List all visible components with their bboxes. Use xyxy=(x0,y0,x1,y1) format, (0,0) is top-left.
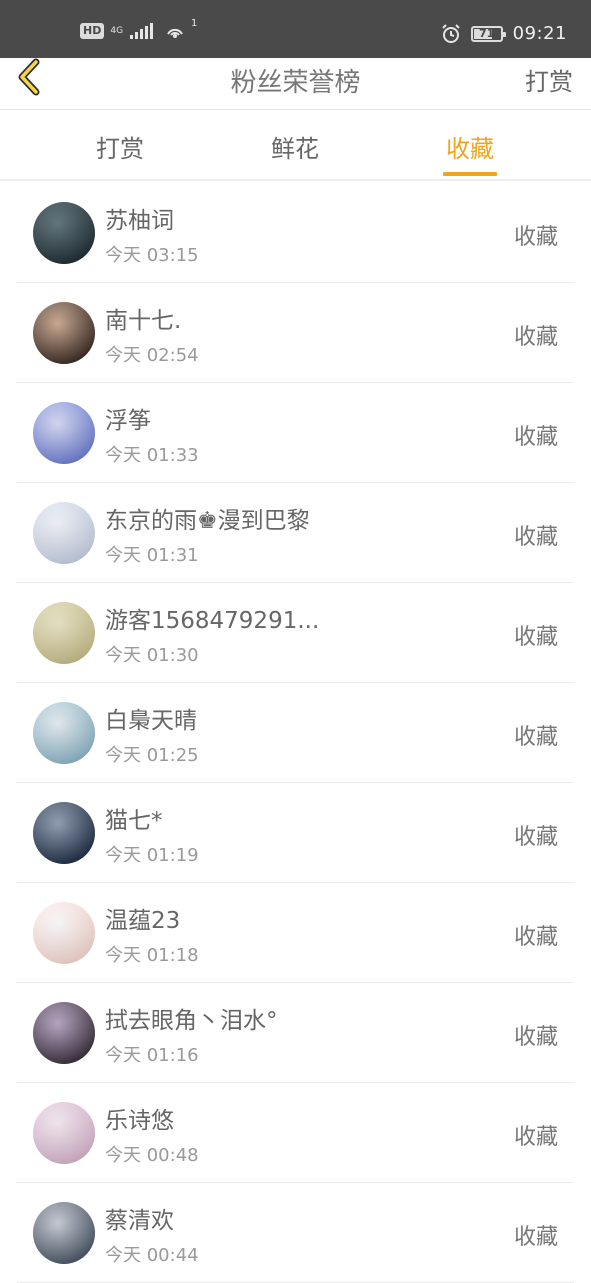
user-name: 温蕴23 xyxy=(105,908,181,934)
battery-icon: 71 xyxy=(470,25,506,42)
action-label: 收藏 xyxy=(513,525,558,550)
tab-bar: 打赏 鲜花 收藏 xyxy=(0,111,591,181)
user-name: 游客1568479291... xyxy=(105,608,320,634)
list-item[interactable]: 东京的雨♚漫到巴黎今天 01:31 收藏 xyxy=(17,483,574,583)
timestamp: 今天 02:54 xyxy=(105,345,199,366)
status-left: HD 4G 1 xyxy=(80,18,197,40)
action-label: 收藏 xyxy=(513,325,558,350)
action-label: 收藏 xyxy=(513,625,558,650)
battery-level: 71 xyxy=(478,26,495,40)
tab-label: 鲜花 xyxy=(271,134,319,163)
user-name: 蔡清欢 xyxy=(105,1208,174,1234)
user-name: 苏柚词 xyxy=(105,208,174,234)
action-label: 收藏 xyxy=(513,225,558,250)
timestamp: 今天 00:44 xyxy=(105,1245,199,1266)
timestamp: 今天 01:25 xyxy=(105,745,199,766)
tab-active-indicator xyxy=(443,172,497,176)
timestamp: 今天 01:31 xyxy=(105,545,199,566)
avatar[interactable] xyxy=(33,502,95,564)
user-name: 浮筝 xyxy=(105,408,151,434)
user-name: 南十七. xyxy=(105,308,182,334)
timestamp: 今天 01:30 xyxy=(105,645,199,666)
avatar[interactable] xyxy=(33,1002,95,1064)
status-bar: HD 4G 1 71 09:21 xyxy=(0,0,591,58)
action-label: 收藏 xyxy=(513,425,558,450)
timestamp: 今天 00:48 xyxy=(105,1145,199,1166)
hotspot-icon xyxy=(167,28,183,38)
list-item[interactable]: 白梟天晴今天 01:25 收藏 xyxy=(17,683,574,783)
avatar[interactable] xyxy=(33,602,95,664)
hotspot-count: 1 xyxy=(191,17,198,29)
status-right: 71 09:21 xyxy=(441,23,567,44)
timestamp: 今天 01:19 xyxy=(105,845,199,866)
avatar[interactable] xyxy=(33,1102,95,1164)
tab-label: 打赏 xyxy=(96,134,144,163)
action-label: 收藏 xyxy=(513,925,558,950)
list-item[interactable]: 乐诗悠今天 00:48 收藏 xyxy=(17,1083,574,1183)
avatar[interactable] xyxy=(33,402,95,464)
list-item[interactable]: 南十七. 今天 02:54 收藏 xyxy=(17,283,574,383)
user-name: 拭去眼角丶泪水° xyxy=(105,1008,278,1034)
avatar[interactable] xyxy=(33,902,95,964)
tab-flowers[interactable]: 鲜花 xyxy=(245,111,345,181)
page-title: 粉丝荣誉榜 xyxy=(230,68,361,98)
action-label: 收藏 xyxy=(513,825,558,850)
list-item[interactable]: 游客1568479291... 今天 01:30 收藏 xyxy=(17,583,574,683)
timestamp: 今天 01:16 xyxy=(105,1045,199,1066)
avatar[interactable] xyxy=(33,1202,95,1264)
list-item[interactable]: 拭去眼角丶泪水° 今天 01:16 收藏 xyxy=(17,983,574,1083)
timestamp: 今天 01:33 xyxy=(105,445,199,466)
avatar[interactable] xyxy=(33,802,95,864)
list-item[interactable]: 蔡清欢今天 00:44 收藏 xyxy=(17,1183,574,1283)
network-type: 4G xyxy=(110,26,124,36)
user-name: 乐诗悠 xyxy=(105,1108,174,1134)
status-time: 09:21 xyxy=(512,23,567,44)
list-item[interactable]: 猫七* 今天 01:19 收藏 xyxy=(17,783,574,883)
hd-icon: HD xyxy=(80,23,105,39)
user-name: 白梟天晴 xyxy=(105,708,197,734)
list-item[interactable]: 温蕴23 今天 01:18 收藏 xyxy=(17,883,574,983)
timestamp: 今天 01:18 xyxy=(105,945,199,966)
user-name: 东京的雨♚漫到巴黎 xyxy=(105,508,310,534)
action-label: 收藏 xyxy=(513,725,558,750)
avatar[interactable] xyxy=(33,302,95,364)
list-item[interactable]: 浮筝今天 01:33 收藏 xyxy=(17,383,574,483)
tab-label: 收藏 xyxy=(446,134,494,163)
avatar[interactable] xyxy=(33,702,95,764)
reward-button[interactable]: 打赏 xyxy=(525,62,573,97)
action-label: 收藏 xyxy=(513,1025,558,1050)
timestamp: 今天 03:15 xyxy=(105,245,199,266)
signal-icon xyxy=(130,23,154,39)
tab-favorites[interactable]: 收藏 xyxy=(420,111,520,181)
avatar[interactable] xyxy=(33,202,95,264)
user-name: 猫七* xyxy=(105,808,163,834)
list-item[interactable]: 苏柚词今天 03:15 收藏 xyxy=(17,183,574,283)
action-label: 收藏 xyxy=(513,1225,558,1250)
action-label: 收藏 xyxy=(513,1125,558,1150)
tab-reward[interactable]: 打赏 xyxy=(70,111,170,181)
alarm-icon xyxy=(441,23,460,43)
header: 粉丝荣誉榜 打赏 xyxy=(0,58,591,110)
fan-list: 苏柚词 今天 03:15 收藏 南十七. 今天 02:54 收藏 浮筝 今天 01:33 收藏东… xyxy=(0,183,591,1283)
